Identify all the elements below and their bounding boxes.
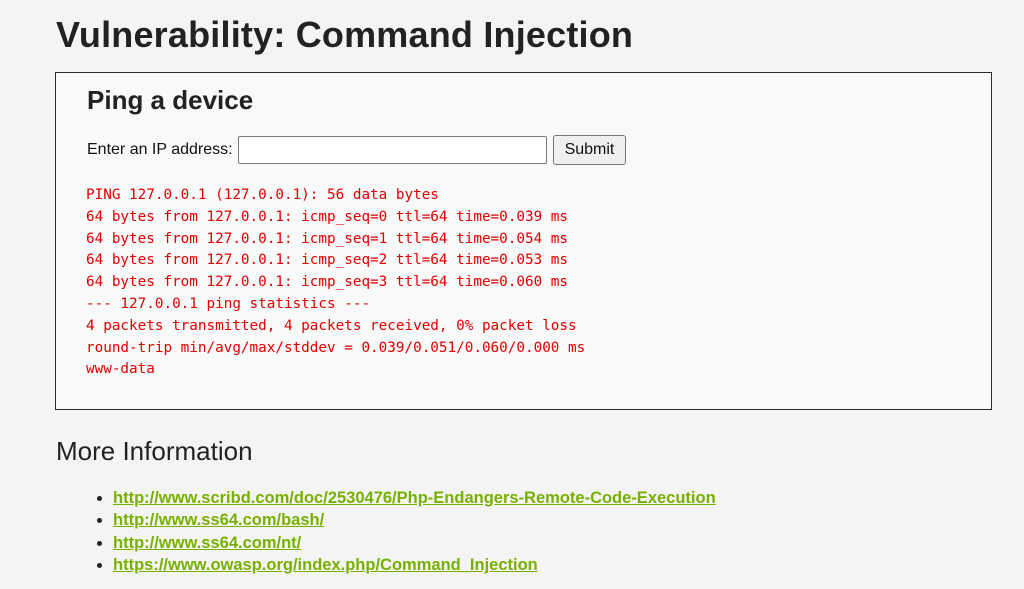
output-line: 4 packets transmitted, 4 packets receive… bbox=[86, 317, 577, 334]
list-item: http://www.scribd.com/doc/2530476/Php-En… bbox=[113, 487, 716, 509]
more-info-heading: More Information bbox=[56, 436, 253, 466]
output-line: www-data bbox=[86, 361, 155, 378]
more-info-links: http://www.scribd.com/doc/2530476/Php-En… bbox=[93, 487, 716, 576]
link-scribd[interactable]: http://www.scribd.com/doc/2530476/Php-En… bbox=[113, 489, 716, 507]
ping-panel: Ping a device Enter an IP address: Submi… bbox=[55, 72, 992, 410]
list-item: https://www.owasp.org/index.php/Command_… bbox=[113, 554, 716, 576]
output-line: 64 bytes from 127.0.0.1: icmp_seq=2 ttl=… bbox=[86, 252, 569, 269]
ip-address-input[interactable] bbox=[237, 136, 547, 164]
output-line: 64 bytes from 127.0.0.1: icmp_seq=3 ttl=… bbox=[86, 274, 569, 291]
output-line: PING 127.0.0.1 (127.0.0.1): 56 data byte… bbox=[86, 187, 439, 203]
submit-button[interactable]: Submit bbox=[552, 135, 627, 165]
output-line: --- 127.0.0.1 ping statistics --- bbox=[86, 295, 371, 312]
output-line: 64 bytes from 127.0.0.1: icmp_seq=1 ttl=… bbox=[86, 230, 569, 247]
link-ss64-nt[interactable]: http://www.ss64.com/nt/ bbox=[113, 534, 301, 552]
output-line: round-trip min/avg/max/stddev = 0.039/0.… bbox=[86, 339, 586, 356]
ping-heading: Ping a device bbox=[87, 85, 254, 115]
ping-output: PING 127.0.0.1 (127.0.0.1): 56 data byte… bbox=[86, 185, 585, 381]
ping-form: Enter an IP address: Submit bbox=[87, 135, 627, 165]
output-line: 64 bytes from 127.0.0.1: icmp_seq=0 ttl=… bbox=[86, 208, 569, 225]
page: Vulnerability: Command Injection Ping a … bbox=[0, 0, 1024, 589]
page-title: Vulnerability: Command Injection bbox=[56, 14, 634, 55]
link-ss64-bash[interactable]: http://www.ss64.com/bash/ bbox=[113, 511, 324, 529]
list-item: http://www.ss64.com/bash/ bbox=[113, 509, 716, 531]
list-item: http://www.ss64.com/nt/ bbox=[113, 532, 716, 554]
link-owasp[interactable]: https://www.owasp.org/index.php/Command_… bbox=[113, 556, 538, 574]
ip-address-label: Enter an IP address: bbox=[87, 141, 233, 158]
